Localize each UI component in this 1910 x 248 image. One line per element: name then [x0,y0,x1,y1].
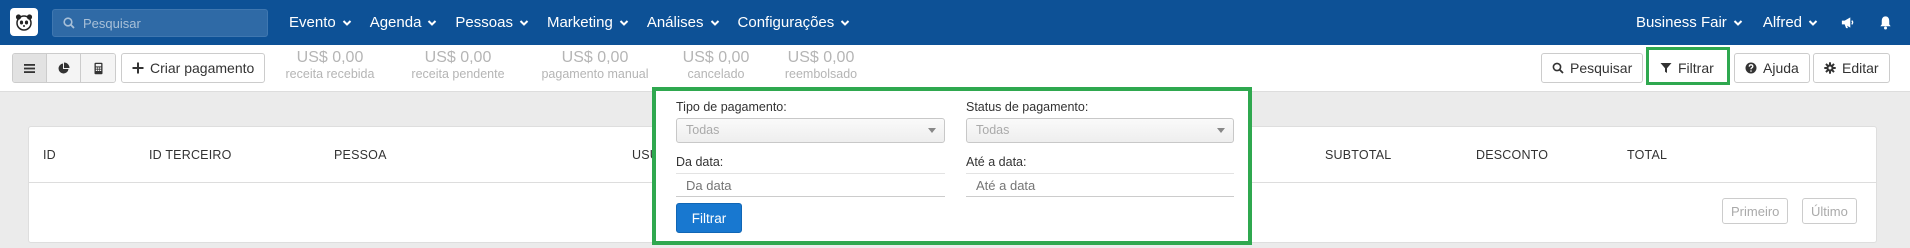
chevron-down-icon [710,19,719,26]
pager-last-label: Último [1811,203,1848,219]
stat-refunded-label: reembolsado [784,67,858,81]
chevron-down-icon [428,19,437,26]
gear-icon [1824,62,1836,74]
search-icon [1552,62,1564,74]
chevron-down-icon [1808,19,1818,26]
menu-pessoas[interactable]: Pessoas [446,0,538,45]
user-menu[interactable]: Alfred [1753,0,1828,45]
column-header-discount[interactable]: DESCONTO [1476,148,1548,162]
column-header-total[interactable]: TOTAL [1627,148,1667,162]
payment-type-select[interactable]: Todas [676,118,945,143]
menu-agenda[interactable]: Agenda [361,0,447,45]
stat-manual: US$ 0,00 pagamento manual [538,49,652,81]
chevron-down-icon [619,19,629,26]
stat-manual-value: US$ 0,00 [561,49,629,66]
edit-button[interactable]: Editar [1813,53,1890,83]
chart-view-button[interactable] [47,54,81,82]
payment-status-select[interactable]: Todas [966,118,1234,143]
pager-first-label: Primeiro [1731,203,1780,219]
payment-type-label: Tipo de pagamento: [676,100,787,114]
from-date-input[interactable] [676,173,945,197]
stat-manual-label: pagamento manual [541,67,649,81]
stat-refunded-value: US$ 0,00 [787,49,855,66]
pie-chart-icon [58,62,70,73]
chevron-down-icon [1733,19,1743,26]
workspace-name: Business Fair [1635,14,1727,31]
plus-icon [132,62,144,74]
stat-pending-value: US$ 0,00 [424,49,492,66]
apply-filter-label: Filtrar [691,210,727,226]
filter-button-highlight [1646,47,1730,85]
search-button-label: Pesquisar [1570,60,1633,76]
app-logo[interactable] [10,8,38,36]
menu-configuracoes[interactable]: Configurações [729,0,860,45]
main-menu: Evento Agenda Pessoas Marketing Análises… [280,0,859,45]
stat-pending-label: receita pendente [411,67,505,81]
top-navbar: Evento Agenda Pessoas Marketing Análises… [0,0,1910,45]
to-date-label: Até a data: [966,155,1027,169]
create-payment-button[interactable]: Criar pagamento [121,53,266,83]
payment-status-value: Todas [976,123,1010,137]
stat-pending: US$ 0,00 receita pendente [405,49,511,81]
column-header-person[interactable]: PESSOA [334,148,387,162]
menu-marketing-label: Marketing [546,14,613,31]
summary-view-button[interactable] [81,54,115,82]
stat-received-value: US$ 0,00 [296,49,364,66]
to-date-input[interactable] [966,173,1234,197]
stat-cancelled-label: cancelado [687,67,745,81]
chevron-down-icon [342,19,351,26]
payments-toolbar: Criar pagamento US$ 0,00 receita recebid… [0,45,1910,92]
user-name: Alfred [1762,14,1802,31]
stat-received: US$ 0,00 receita recebida [280,49,380,81]
stat-cancelled: US$ 0,00 cancelado [674,49,758,81]
help-button[interactable]: Ajuda [1734,53,1810,83]
column-header-third-party-id[interactable]: ID TERCEIRO [149,148,232,162]
column-header-subtotal[interactable]: SUBTOTAL [1325,148,1391,162]
stat-received-label: receita recebida [285,67,375,81]
dropdown-arrow-icon [928,128,936,133]
megaphone-icon [1841,17,1853,29]
list-icon [24,63,35,73]
navbar-right: Business Fair Alfred [1626,0,1910,45]
stat-cancelled-value: US$ 0,00 [682,49,750,66]
list-view-button[interactable] [13,54,47,82]
notifications-button[interactable] [1866,0,1904,45]
pager-last-button[interactable]: Último [1802,198,1857,224]
global-search-input[interactable] [83,15,253,31]
workspace-selector[interactable]: Business Fair [1626,0,1753,45]
menu-evento[interactable]: Evento [280,0,361,45]
chevron-down-icon [519,19,529,26]
search-button[interactable]: Pesquisar [1541,53,1644,83]
edit-button-label: Editar [1842,60,1879,76]
menu-marketing[interactable]: Marketing [538,0,638,45]
global-search[interactable] [52,9,268,37]
view-switcher [12,53,116,83]
menu-analises[interactable]: Análises [638,0,729,45]
menu-agenda-label: Agenda [369,14,422,31]
help-icon [1745,62,1757,74]
menu-evento-label: Evento [289,14,336,31]
menu-configuracoes-label: Configurações [737,14,835,31]
menu-pessoas-label: Pessoas [455,14,513,31]
column-header-id[interactable]: ID [43,148,56,162]
payment-status-label: Status de pagamento: [966,100,1089,114]
chevron-down-icon [841,19,850,26]
search-icon [63,17,75,29]
dropdown-arrow-icon [1217,128,1225,133]
bell-icon [1879,16,1891,30]
apply-filter-button[interactable]: Filtrar [676,203,742,233]
from-date-label: Da data: [676,155,724,169]
create-payment-label: Criar pagamento [150,60,255,76]
pager-first-button[interactable]: Primeiro [1722,198,1789,224]
filter-panel: Tipo de pagamento: Todas Status de pagam… [652,87,1252,245]
menu-analises-label: Análises [646,14,704,31]
calculator-icon [94,62,102,74]
announcements-button[interactable] [1828,0,1866,45]
payment-type-value: Todas [686,123,720,137]
panda-logo-icon [15,14,33,31]
help-button-label: Ajuda [1763,60,1799,76]
stat-refunded: US$ 0,00 reembolsado [778,49,864,81]
